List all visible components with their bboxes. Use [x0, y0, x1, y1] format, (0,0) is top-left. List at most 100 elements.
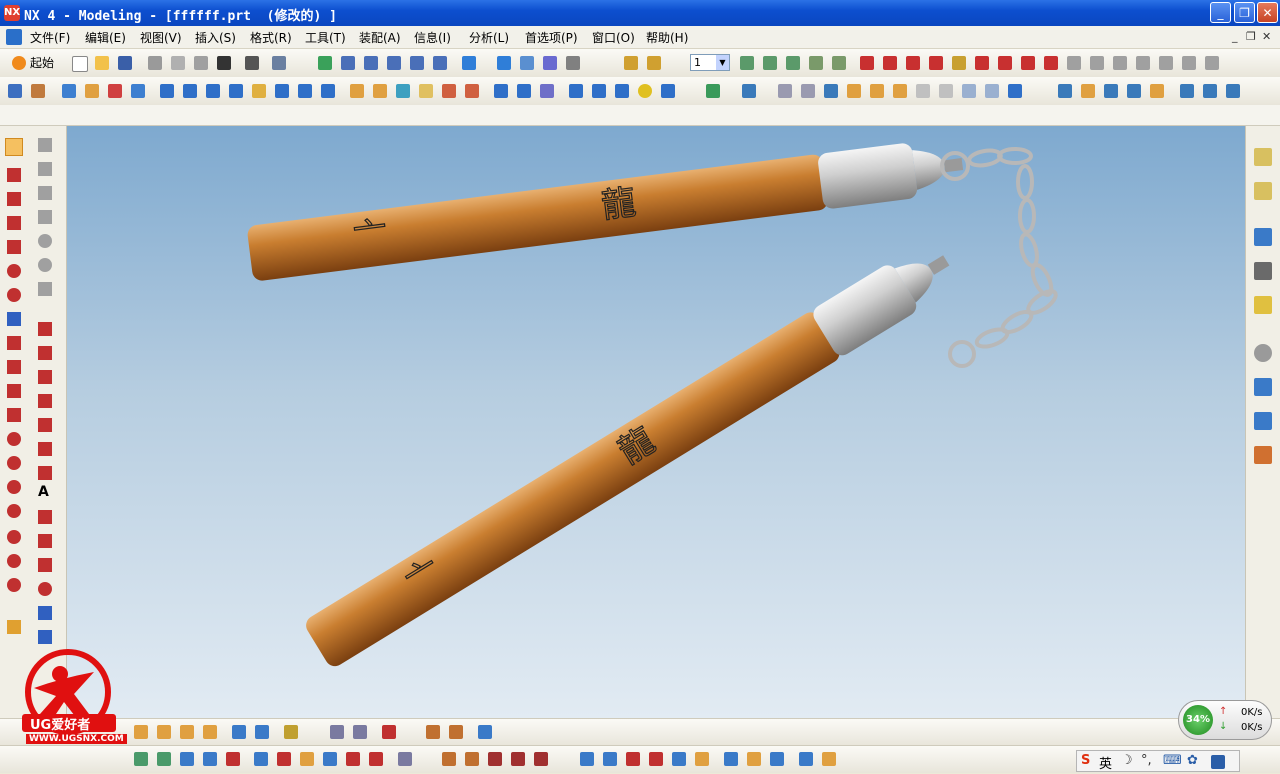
surface-tool-icon-14[interactable]	[465, 752, 479, 766]
spline-arc-icon[interactable]	[38, 346, 52, 360]
hexagon-icon[interactable]	[38, 558, 52, 572]
graphics-window[interactable]: 亠 龍 亠 龍	[67, 126, 1245, 718]
surface-tool-icon-10[interactable]	[346, 752, 360, 766]
mdi-minimize-button[interactable]: _	[1232, 30, 1238, 43]
surface-tool-icon-7[interactable]	[277, 752, 291, 766]
tool-icon-4[interactable]	[1136, 56, 1150, 70]
tool-icon-7[interactable]	[1205, 56, 1219, 70]
mdi-restore-button[interactable]: ❐	[1246, 30, 1256, 43]
render-style-icon[interactable]	[462, 56, 476, 70]
sphere-shaded-icon[interactable]	[638, 84, 652, 98]
csys-icon-1[interactable]	[860, 56, 874, 70]
rectangle-icon[interactable]	[7, 384, 21, 398]
new-file-icon[interactable]	[72, 56, 88, 72]
text-tool-icon[interactable]: A	[38, 484, 52, 500]
paste-icon[interactable]	[194, 56, 208, 70]
menu-assembly[interactable]: 装配(A)	[359, 29, 401, 46]
csys-icon-6[interactable]	[975, 56, 989, 70]
datum-axis-icon[interactable]	[742, 84, 756, 98]
cut-icon[interactable]	[148, 56, 162, 70]
analysis-icon-2[interactable]	[157, 725, 171, 739]
edit-feature-icon-2[interactable]	[1081, 84, 1095, 98]
analysis-icon-6[interactable]	[255, 725, 269, 739]
selection-filter-icon[interactable]	[272, 56, 286, 70]
ime-settings-icon[interactable]	[1211, 755, 1225, 769]
edge-blend-icon[interactable]	[350, 84, 364, 98]
arc-tangent-icon[interactable]	[7, 578, 21, 592]
cylinder-icon[interactable]	[183, 84, 197, 98]
skin-icon[interactable]: ✿	[1187, 753, 1198, 768]
surface-tool-icon-22[interactable]	[672, 752, 686, 766]
ref-point-icon[interactable]	[38, 282, 52, 296]
delete-icon[interactable]	[217, 56, 231, 70]
close-button[interactable]: ✕	[1257, 2, 1278, 23]
half-width-icon[interactable]: ☽	[1121, 753, 1133, 768]
analysis-icon-13[interactable]	[478, 725, 492, 739]
tool-icon-2[interactable]	[1090, 56, 1104, 70]
layer-settings-icon[interactable]	[647, 56, 661, 70]
hole-icon[interactable]	[252, 84, 266, 98]
minimize-button[interactable]: _	[1210, 2, 1231, 23]
chamfer-icon[interactable]	[373, 84, 387, 98]
surface-tool-icon-20[interactable]	[626, 752, 640, 766]
analysis-icon-3[interactable]	[180, 725, 194, 739]
ref-axis-icon[interactable]	[38, 210, 52, 224]
surface-tool-icon-11[interactable]	[369, 752, 383, 766]
split-body-icon[interactable]	[465, 84, 479, 98]
surface-icon-10[interactable]	[985, 84, 999, 98]
select-icon[interactable]	[5, 138, 23, 156]
surface-tool-icon-28[interactable]	[822, 752, 836, 766]
edit-feature-icon-7[interactable]	[1203, 84, 1217, 98]
menu-view[interactable]: 视图(V)	[140, 29, 182, 46]
analysis-icon-1[interactable]	[134, 725, 148, 739]
pan-icon[interactable]	[433, 56, 447, 70]
sketch-icon[interactable]	[8, 84, 22, 98]
surface-tool-icon-13[interactable]	[442, 752, 456, 766]
roles-icon[interactable]	[1254, 446, 1272, 464]
assembly-navigator-icon[interactable]	[1254, 148, 1272, 166]
measure-icon[interactable]	[624, 56, 638, 70]
feature-icon-1[interactable]	[62, 84, 76, 98]
unite-icon[interactable]	[494, 84, 508, 98]
instance-icon[interactable]	[569, 84, 583, 98]
csys-icon-8[interactable]	[1021, 56, 1035, 70]
subtract-icon[interactable]	[517, 84, 531, 98]
surface-tool-icon-2[interactable]	[157, 752, 171, 766]
work-layer-select[interactable]: 1 ▼	[690, 54, 730, 71]
analysis-icon-8[interactable]	[330, 725, 344, 739]
menu-window[interactable]: 窗口(O)	[592, 29, 635, 46]
display-mode-icon[interactable]	[566, 56, 580, 70]
menu-info[interactable]: 信息(I)	[414, 29, 451, 46]
ime-language-toggle[interactable]: 英	[1099, 753, 1112, 772]
hidden-edges-icon[interactable]	[543, 56, 557, 70]
surface-icon-3[interactable]	[824, 84, 838, 98]
surface-icon-4[interactable]	[847, 84, 861, 98]
trim-body-icon[interactable]	[442, 84, 456, 98]
studio-spline-icon[interactable]	[38, 394, 52, 408]
mdi-close-button[interactable]: ✕	[1262, 30, 1271, 43]
soft-keyboard-icon[interactable]: ⌨	[1163, 753, 1182, 768]
surface-tool-icon-17[interactable]	[534, 752, 548, 766]
surface-icon-5[interactable]	[870, 84, 884, 98]
menu-tools[interactable]: 工具(T)	[305, 29, 346, 46]
edit-feature-icon-6[interactable]	[1180, 84, 1194, 98]
surface-tool-icon-19[interactable]	[603, 752, 617, 766]
menu-analysis[interactable]: 分析(L)	[469, 29, 509, 46]
layer-icon-4[interactable]	[809, 56, 823, 70]
rotate-icon[interactable]	[410, 56, 424, 70]
line-icon[interactable]	[7, 168, 21, 182]
surface-icon-6[interactable]	[893, 84, 907, 98]
analysis-icon-12[interactable]	[449, 725, 463, 739]
feature-icon-2[interactable]	[85, 84, 99, 98]
ref-circle-icon[interactable]	[38, 234, 52, 248]
fit-icon[interactable]	[341, 56, 355, 70]
surface-icon-7[interactable]	[916, 84, 930, 98]
zoom-window-icon[interactable]	[364, 56, 378, 70]
circle-diameter-icon[interactable]	[7, 504, 21, 518]
parallel-line-icon[interactable]	[7, 216, 21, 230]
undo-icon[interactable]	[245, 56, 259, 70]
network-speed-widget[interactable]: 34% ↑ ↓ 0K/s 0K/s	[1178, 700, 1272, 740]
layer-icon-5[interactable]	[832, 56, 846, 70]
training-icon[interactable]	[1254, 262, 1272, 280]
surface-tool-icon-24[interactable]	[724, 752, 738, 766]
